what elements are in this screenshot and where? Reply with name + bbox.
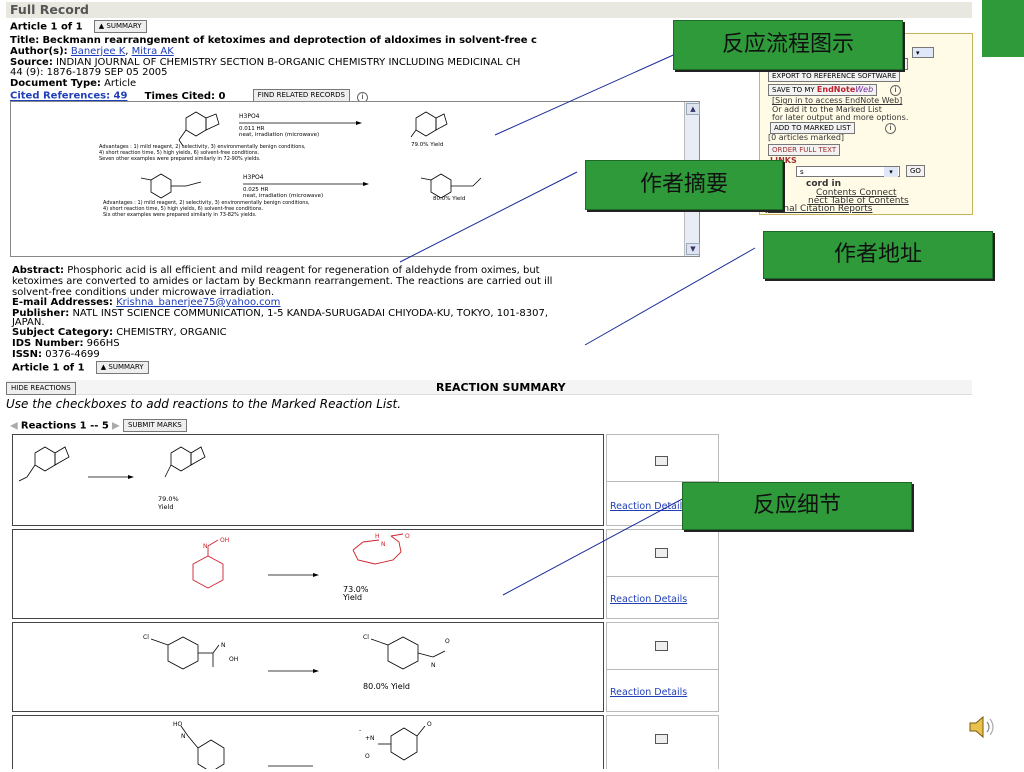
annotation-address: 作者地址 — [763, 231, 993, 279]
speaker-icon[interactable] — [966, 712, 1000, 742]
leader-address — [584, 247, 756, 346]
leader-abstract — [399, 171, 578, 263]
slide-side-tab — [982, 0, 1024, 57]
annotation-abstract: 作者摘要 — [585, 160, 783, 210]
leader-flow-diagram — [494, 51, 681, 136]
annotation-details: 反应细节 — [682, 482, 912, 530]
annotation-flow-diagram: 反应流程图示 — [673, 20, 903, 70]
leader-details — [502, 482, 713, 596]
annotation-leader-lines — [399, 51, 756, 596]
